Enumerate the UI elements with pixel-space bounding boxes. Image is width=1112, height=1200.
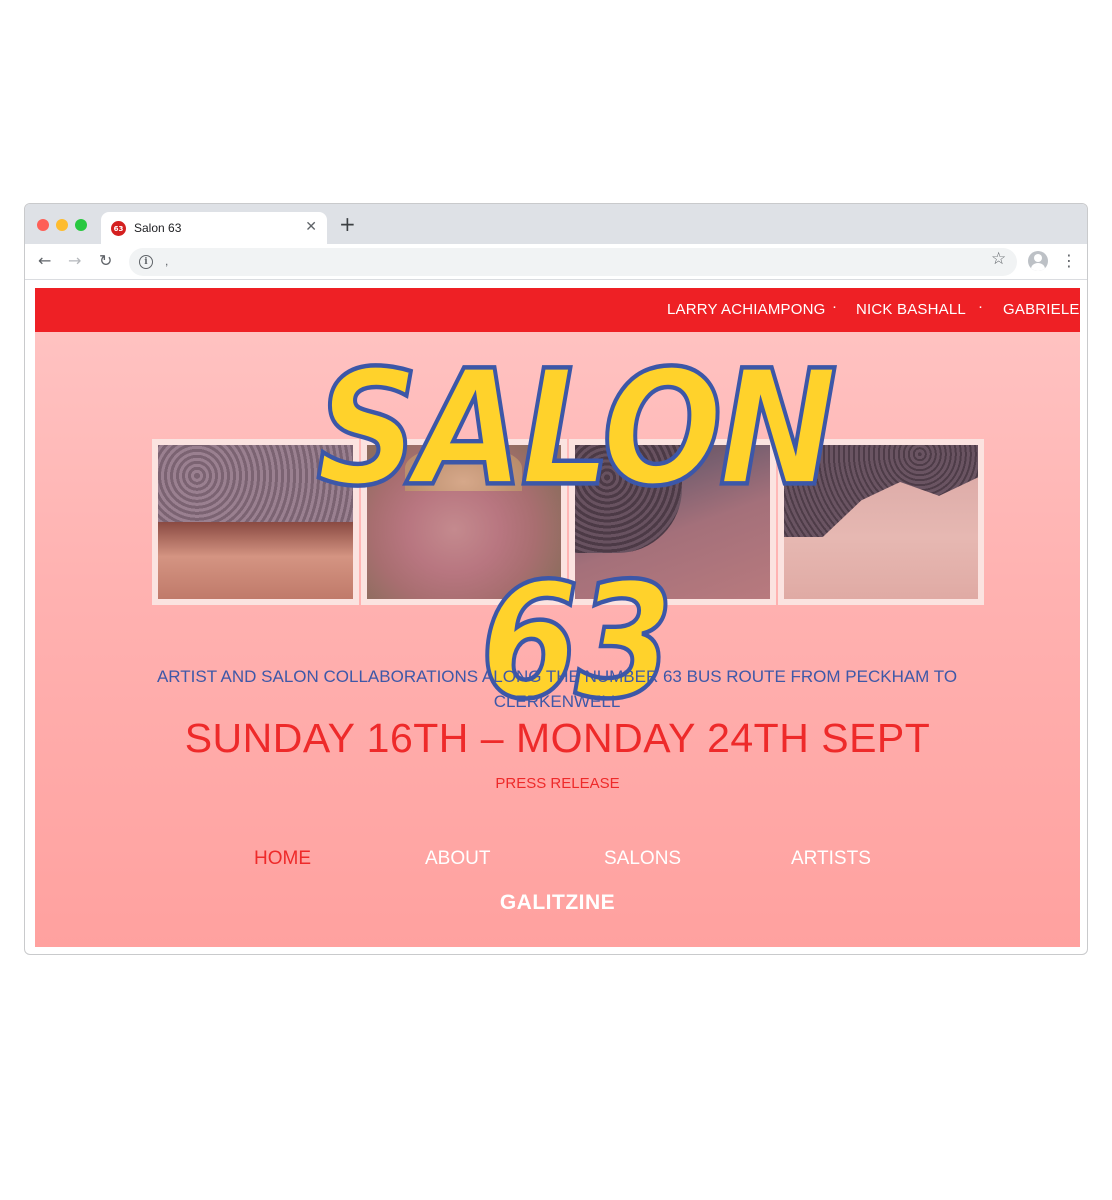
browser-titlebar: 63 Salon 63 ✕ +	[25, 204, 1087, 244]
tagline: ARTIST AND SALON COLLABORATIONS ALONG TH…	[156, 667, 958, 711]
salon-63-favicon-icon: 63	[111, 221, 126, 236]
salon-63-page: LARRY ACHIAMPONG · NICK BASHALL · GABRIE…	[35, 288, 1080, 947]
ticker-separator: ·	[978, 298, 983, 315]
nav-home-link[interactable]: HOME	[254, 848, 311, 870]
close-window-button[interactable]	[37, 219, 49, 231]
event-dates: SUNDAY 16TH – MONDAY 24TH SEPT	[184, 715, 931, 761]
bookmark-star-icon[interactable]: ☆	[991, 249, 1006, 269]
ticker-separator: ·	[832, 298, 837, 315]
minimize-window-button[interactable]	[56, 219, 68, 231]
address-bar[interactable]: i ,	[129, 248, 1017, 276]
press-release-link[interactable]: PRESS RELEASE	[35, 775, 1080, 792]
nav-artists-link[interactable]: ARTISTS	[791, 848, 871, 870]
forward-arrow-icon[interactable]: →	[68, 251, 81, 271]
reload-icon[interactable]: ↻	[99, 251, 112, 271]
profile-avatar-icon[interactable]	[1028, 251, 1048, 271]
site-info-icon[interactable]: i	[139, 255, 153, 269]
maximize-window-button[interactable]	[75, 219, 87, 231]
sponsor-logo[interactable]: GALITZINE	[35, 891, 1080, 915]
ticker-artist-link[interactable]: GABRIELE B	[1003, 301, 1080, 318]
new-tab-button[interactable]: +	[339, 214, 356, 234]
browser-menu-icon[interactable]: ⋮	[1061, 251, 1077, 271]
nav-salons-link[interactable]: SALONS	[604, 848, 681, 870]
url-text[interactable]: ,	[165, 254, 168, 268]
close-tab-icon[interactable]: ✕	[305, 219, 317, 235]
nav-about-link[interactable]: ABOUT	[425, 848, 490, 870]
ticker-artist-link[interactable]: NICK BASHALL	[856, 301, 966, 318]
browser-toolbar: ← → ↻ i , ☆ ⋮	[25, 244, 1087, 280]
browser-window: 63 Salon 63 ✕ + ← → ↻ i , ☆ ⋮ LARRY ACHI…	[24, 203, 1088, 955]
back-arrow-icon[interactable]: ←	[38, 251, 51, 271]
tab-title: Salon 63	[134, 221, 182, 235]
browser-tab[interactable]: 63 Salon 63 ✕	[101, 212, 327, 244]
ticker-artist-link[interactable]: LARRY ACHIAMPONG	[667, 301, 826, 318]
